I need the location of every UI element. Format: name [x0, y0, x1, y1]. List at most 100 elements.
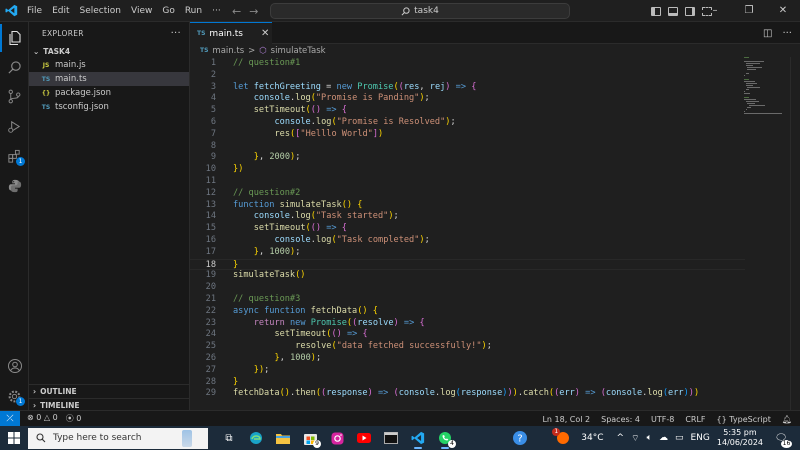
toggle-panel-icon[interactable] — [668, 6, 678, 16]
code-line[interactable]: 3 let fetchGreeting = new Promise((res, r… — [190, 82, 745, 94]
code-line[interactable]: 27 }); — [190, 365, 745, 377]
code-line[interactable]: 25 resolve("data fetched successfully!")… — [190, 341, 745, 353]
code-line[interactable]: 7 res(["Helllo World"]) — [190, 129, 745, 141]
code-line[interactable]: 18} — [190, 258, 745, 271]
code-line[interactable]: 5 setTimeout(() => { — [190, 105, 745, 117]
code-line[interactable]: 22 async function fetchData() { — [190, 306, 745, 318]
forward-arrow-icon[interactable]: → — [249, 5, 258, 18]
code-line[interactable]: 2 — [190, 70, 745, 82]
explorer-icon[interactable] — [0, 24, 29, 52]
task-view-icon[interactable]: ⧉ — [218, 427, 240, 449]
close-tab-icon[interactable]: ✕ — [261, 28, 269, 39]
menu-view[interactable]: View — [126, 0, 157, 22]
search-icon[interactable] — [0, 53, 29, 81]
file-explorer-icon[interactable] — [272, 427, 294, 449]
code-line[interactable]: 12 // question#2 — [190, 188, 745, 200]
code-line[interactable]: 15 setTimeout(() => { — [190, 223, 745, 235]
code-line[interactable]: 14 console.log("Task started"); — [190, 211, 745, 223]
split-editor-icon[interactable]: ◫ — [763, 28, 772, 39]
code-line[interactable]: 21 // question#3 — [190, 294, 745, 306]
volume-icon[interactable]: 🔈︎ — [647, 433, 652, 443]
tab-main-ts[interactable]: TS main.ts ✕ — [190, 22, 272, 44]
explorer-more-button[interactable]: ··· — [171, 28, 181, 39]
breadcrumb-file[interactable]: main.ts — [212, 46, 244, 56]
menu-file[interactable]: File — [22, 0, 47, 22]
whatsapp-icon[interactable]: 4 — [434, 427, 456, 449]
problems-indicator[interactable]: ⊗ 0 △ 0 — [27, 413, 58, 424]
edge-icon[interactable] — [245, 427, 267, 449]
code-line[interactable]: 20 — [190, 282, 745, 294]
language-icon[interactable]: ENG — [690, 433, 709, 443]
code-line[interactable]: 1 // question#1 — [190, 58, 745, 70]
cloud-icon[interactable]: ☁︎ — [659, 433, 668, 443]
code-line[interactable]: 16 console.log("Task completed"); — [190, 235, 745, 247]
account-icon[interactable] — [0, 352, 29, 380]
wifi-network-icon[interactable]: ⌔ — [631, 433, 639, 444]
file-item-main-js[interactable]: JS main.js — [29, 58, 189, 72]
clock[interactable]: 5:35 pm 14/06/2024 — [717, 428, 763, 448]
code-line[interactable]: 10}) — [190, 164, 745, 176]
menu-selection[interactable]: Selection — [75, 0, 126, 22]
outline-section[interactable]: › OUTLINE — [29, 384, 190, 398]
run-debug-icon[interactable] — [0, 112, 29, 140]
toggle-secondary-sidebar-icon[interactable] — [685, 6, 695, 16]
windows-start-icon[interactable] — [0, 426, 28, 450]
code-line[interactable]: 19 simulateTask() — [190, 270, 745, 282]
taskbar-search-box[interactable]: Type here to search — [28, 427, 208, 449]
code-line[interactable]: 23 return new Promise((resolve) => { — [190, 318, 745, 330]
weather-icon[interactable]: 1 — [552, 427, 574, 449]
menu-run[interactable]: Run — [180, 0, 207, 22]
show-hidden-icons-chevron-icon[interactable]: ^ — [617, 433, 625, 443]
code-line[interactable]: 4 console.log("Promise is Panding"); — [190, 93, 745, 105]
toggle-primary-sidebar-icon[interactable] — [651, 6, 661, 16]
language-mode[interactable]: {} TypeScript — [717, 415, 771, 424]
vscode-icon[interactable] — [407, 427, 429, 449]
code-line[interactable]: 6 console.log("Promise is Resolved"); — [190, 117, 745, 129]
cursor-position[interactable]: Ln 18, Col 2 — [542, 415, 590, 424]
extensions-icon[interactable]: 1 — [0, 142, 29, 170]
code-line[interactable]: 26 }, 1000); — [190, 353, 745, 365]
indentation[interactable]: Spaces: 4 — [601, 415, 640, 424]
restore-button[interactable]: ❐ — [732, 0, 766, 22]
remote-indicator-icon[interactable]: ⤫ — [0, 410, 20, 427]
instagram-icon[interactable] — [326, 427, 348, 449]
line-ending[interactable]: CRLF — [685, 415, 705, 424]
code-line[interactable]: 17 }, 1000); — [190, 247, 745, 259]
minimize-button[interactable]: – — [698, 0, 732, 22]
python-icon[interactable] — [0, 172, 29, 200]
close-button[interactable]: ✕ — [766, 0, 800, 22]
code-line[interactable]: 13 function simulateTask() { — [190, 200, 745, 212]
code-line[interactable]: 9 }, 2000); — [190, 152, 745, 164]
battery-icon[interactable]: ▭ — [675, 433, 684, 443]
command-center-search[interactable]: task4 — [270, 3, 570, 19]
code-line[interactable]: 28} — [190, 377, 745, 389]
file-item-tsconfig-json[interactable]: TS tsconfig.json — [29, 100, 189, 114]
settings-gear-icon[interactable]: 1 — [0, 382, 29, 410]
minimap[interactable] — [744, 57, 786, 117]
code-line[interactable]: 8 — [190, 141, 745, 153]
menu-edit[interactable]: Edit — [47, 0, 74, 22]
folder-task4[interactable]: ⌄ TASK4 — [29, 44, 189, 58]
notification-center-icon[interactable]: 🗨︎ 16 — [770, 427, 792, 449]
source-control-icon[interactable] — [0, 82, 29, 110]
menu-go[interactable]: Go — [157, 0, 179, 22]
code-line[interactable]: 29 fetchData().then((response) => (consol… — [190, 388, 745, 400]
help-icon[interactable]: ? — [509, 427, 531, 449]
menu-more[interactable]: ··· — [207, 0, 226, 22]
more-actions-icon[interactable]: ··· — [782, 28, 792, 39]
terminal-icon[interactable] — [380, 427, 402, 449]
encoding[interactable]: UTF-8 — [651, 415, 674, 424]
file-item-package-json[interactable]: {} package.json — [29, 86, 189, 100]
ports-indicator[interactable]: ⦿ 0 — [66, 413, 82, 424]
code-line[interactable]: 24 setTimeout(() => { — [190, 329, 745, 341]
back-arrow-icon[interactable]: ← — [232, 5, 241, 18]
temperature[interactable]: 34°C — [581, 433, 603, 443]
notifications-bell-icon[interactable]: 🔔︎ — [782, 415, 792, 424]
vertical-scrollbar[interactable] — [790, 57, 800, 410]
file-item-main-ts[interactable]: TS main.ts — [29, 72, 189, 86]
microsoft-store-icon[interactable]: 9 — [299, 427, 321, 449]
breadcrumb-symbol[interactable]: simulateTask — [271, 46, 326, 56]
code-editor[interactable]: 1 // question#1 2 3 let fetchGreeting = new … — [190, 57, 800, 410]
youtube-icon[interactable] — [353, 427, 375, 449]
code-line[interactable]: 11 — [190, 176, 745, 188]
